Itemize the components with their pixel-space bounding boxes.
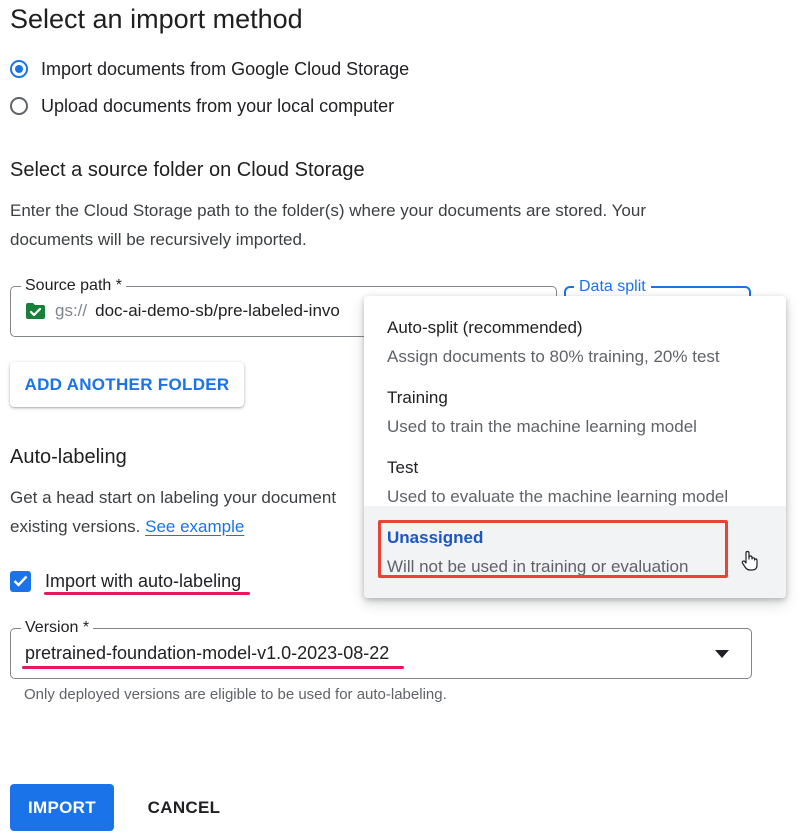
page-title: Select an import method: [10, 4, 303, 34]
annotation-underline: [44, 592, 250, 595]
auto-labeling-description-prefix: existing versions.: [10, 517, 141, 536]
radio-upload-local-label: Upload documents from your local compute…: [41, 95, 395, 116]
source-path-prefix: gs://: [55, 301, 88, 320]
menu-option-description: Used to evaluate the machine learning mo…: [387, 487, 729, 506]
auto-labeling-checkbox-row[interactable]: Import with auto-labeling: [10, 568, 241, 594]
auto-labeling-checkbox-label: Import with auto-labeling: [45, 570, 242, 591]
menu-option-title: Test: [387, 458, 419, 477]
menu-option-test[interactable]: Test Used to evaluate the machine learni…: [364, 436, 786, 506]
radio-import-gcs-label: Import documents from Google Cloud Stora…: [41, 58, 410, 79]
auto-labeling-description-line2: existing versions. See example: [10, 512, 244, 541]
source-description-line1: Enter the Cloud Storage path to the fold…: [10, 201, 646, 220]
menu-option-title: Training: [387, 388, 448, 407]
add-another-folder-button[interactable]: ADD ANOTHER FOLDER: [10, 362, 244, 407]
menu-option-auto-split[interactable]: Auto-split (recommended) Assign document…: [364, 296, 786, 366]
hand-cursor-icon: [741, 550, 758, 571]
radio-unselected-icon[interactable]: [10, 97, 28, 115]
checkbox-checked-icon[interactable]: [10, 570, 31, 592]
cancel-button[interactable]: CANCEL: [134, 784, 234, 831]
data-split-label: Data split: [574, 277, 651, 297]
annotation-highlight-box: [378, 520, 728, 578]
source-path-input[interactable]: doc-ai-demo-sb/pre-labeled-invo: [95, 301, 340, 321]
menu-option-description: Assign documents to 80% training, 20% te…: [387, 347, 720, 366]
version-select[interactable]: Version * pretrained-foundation-model-v1…: [10, 618, 752, 679]
radio-import-gcs[interactable]: Import documents from Google Cloud Stora…: [10, 56, 409, 82]
see-example-link[interactable]: See example: [145, 517, 244, 536]
source-description-line2: documents will be recursively imported.: [10, 230, 307, 249]
menu-option-title: Auto-split (recommended): [387, 318, 583, 337]
auto-labeling-description-line1: Get a head start on labeling your docume…: [10, 488, 337, 507]
folder-check-icon: [26, 303, 45, 319]
source-heading: Select a source folder on Cloud Storage: [10, 159, 365, 181]
radio-upload-local[interactable]: Upload documents from your local compute…: [10, 93, 394, 119]
import-dialog: Select an import method Import documents…: [0, 0, 800, 839]
annotation-underline: [22, 666, 404, 669]
source-path-label: Source path *: [21, 276, 126, 296]
import-button[interactable]: IMPORT: [10, 784, 114, 831]
auto-labeling-heading: Auto-labeling: [10, 446, 127, 468]
version-label: Version *: [21, 618, 94, 638]
menu-option-description: Used to train the machine learning model: [387, 417, 697, 436]
version-value: pretrained-foundation-model-v1.0-2023-08…: [25, 643, 390, 663]
version-helper-text: Only deployed versions are eligible to b…: [24, 686, 447, 703]
radio-selected-icon[interactable]: [10, 60, 28, 78]
menu-option-training[interactable]: Training Used to train the machine learn…: [364, 366, 786, 436]
dropdown-arrow-icon[interactable]: [715, 650, 729, 658]
